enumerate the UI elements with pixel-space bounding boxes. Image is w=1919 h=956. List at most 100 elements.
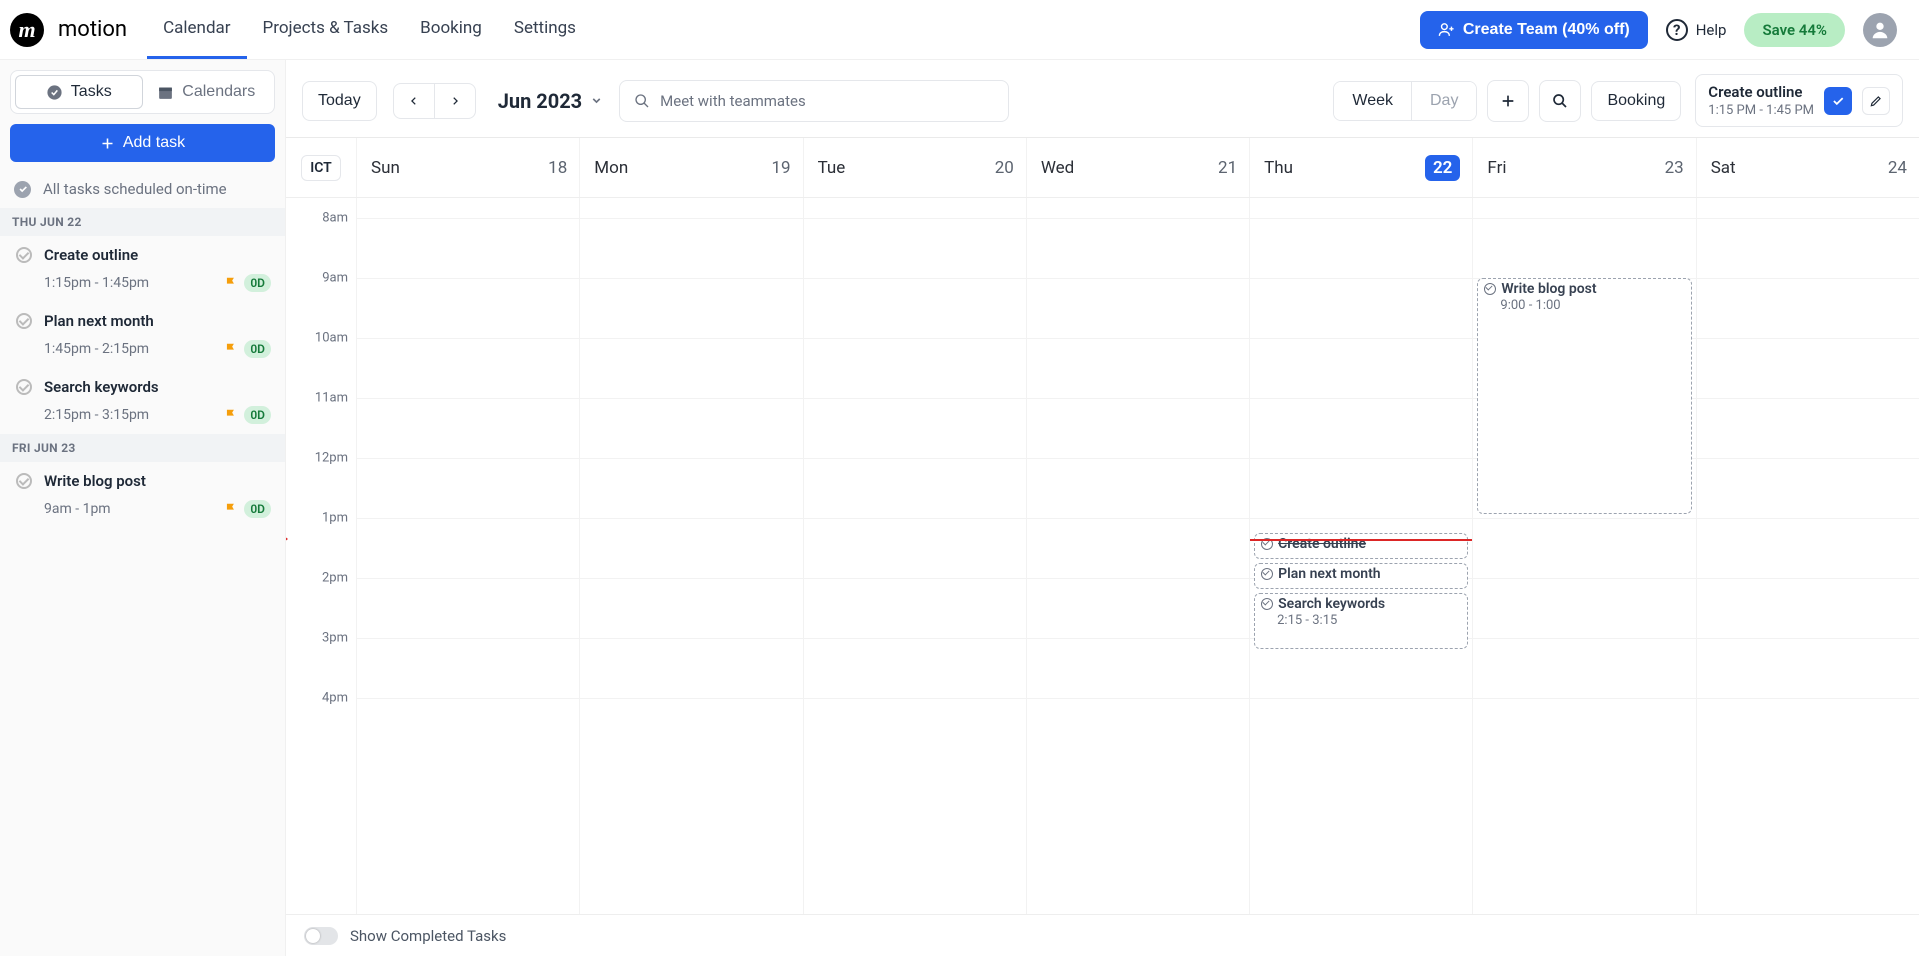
nav-settings[interactable]: Settings bbox=[498, 0, 592, 59]
check-badge-icon bbox=[46, 84, 63, 101]
today-button[interactable]: Today bbox=[302, 81, 377, 121]
task-time: 1:45pm - 2:15pm bbox=[44, 341, 224, 357]
task-check-icon[interactable] bbox=[16, 247, 32, 263]
dow-label: Fri bbox=[1487, 158, 1506, 178]
nav-calendar[interactable]: Calendar bbox=[147, 0, 246, 59]
hour-label: 10am bbox=[315, 331, 348, 346]
booking-button[interactable]: Booking bbox=[1591, 81, 1681, 121]
popover-confirm-button[interactable] bbox=[1824, 87, 1852, 115]
calendar-icon bbox=[157, 84, 174, 101]
toolbar: Today Jun 2023 Meet with teammates Week bbox=[286, 60, 1919, 137]
month-label: Jun 2023 bbox=[498, 89, 582, 113]
event-check-icon bbox=[1484, 283, 1496, 295]
avatar[interactable] bbox=[1863, 13, 1897, 47]
segment-calendars[interactable]: Calendars bbox=[143, 75, 271, 109]
toolbar-right: Week Day Booking Create outline 1:15 PM … bbox=[1333, 74, 1903, 127]
sidebar-task-item[interactable]: Search keywords 2:15pm - 3:15pm 0D bbox=[10, 368, 275, 434]
view-week[interactable]: Week bbox=[1334, 82, 1412, 120]
task-check-icon[interactable] bbox=[16, 313, 32, 329]
hour-label: 1pm bbox=[322, 511, 348, 526]
prev-month-button[interactable] bbox=[393, 83, 435, 119]
hour-label: 8am bbox=[322, 211, 348, 226]
nav-booking[interactable]: Booking bbox=[404, 0, 498, 59]
dow-label: Tue bbox=[818, 158, 846, 178]
calendar-event[interactable]: Plan next month bbox=[1254, 563, 1468, 589]
day-column[interactable] bbox=[1026, 198, 1249, 914]
create-team-label: Create Team (40% off) bbox=[1463, 21, 1630, 39]
hour-label: 11am bbox=[315, 391, 348, 406]
popover-time: 1:15 PM - 1:45 PM bbox=[1708, 103, 1814, 118]
day-columns: Create outline Plan next month Search keyw… bbox=[356, 198, 1919, 914]
sidebar-task-item[interactable]: Write blog post 9am - 1pm 0D bbox=[10, 462, 275, 528]
dow-label: Mon bbox=[594, 158, 628, 178]
search-icon bbox=[634, 93, 650, 109]
search-button[interactable] bbox=[1539, 80, 1581, 122]
task-check-icon[interactable] bbox=[16, 379, 32, 395]
due-badge: 0D bbox=[244, 274, 271, 292]
task-time: 1:15pm - 1:45pm bbox=[44, 275, 224, 291]
sidebar-task-item[interactable]: Create outline 1:15pm - 1:45pm 0D bbox=[10, 236, 275, 302]
day-header[interactable]: Fri 23 bbox=[1472, 138, 1695, 197]
popover-edit-button[interactable] bbox=[1862, 87, 1890, 115]
dow-label: Wed bbox=[1041, 158, 1074, 178]
sidebar-day-header: THU JUN 22 bbox=[0, 208, 285, 236]
main: Tasks Calendars Add task All tasks sched… bbox=[0, 60, 1919, 956]
calendar-event[interactable]: Create outline bbox=[1254, 533, 1468, 559]
add-task-label: Add task bbox=[123, 134, 185, 152]
timezone-label[interactable]: ICT bbox=[301, 155, 341, 181]
calendar-event[interactable]: Write blog post9:00 - 1:00 bbox=[1477, 278, 1691, 514]
hour-label: 9am bbox=[322, 271, 348, 286]
next-month-button[interactable] bbox=[435, 83, 476, 119]
flag-icon bbox=[224, 342, 238, 356]
nav-projects[interactable]: Projects & Tasks bbox=[247, 0, 405, 59]
month-nav bbox=[393, 83, 476, 119]
daynum-label: 24 bbox=[1888, 158, 1907, 178]
calendar-body[interactable]: 8am9am10am11am12pm1pm2pm3pm4pm Create ou… bbox=[286, 198, 1919, 914]
view-day[interactable]: Day bbox=[1412, 82, 1476, 120]
event-title: Write blog post bbox=[1501, 281, 1596, 297]
sidebar-task-item[interactable]: Plan next month 1:45pm - 2:15pm 0D bbox=[10, 302, 275, 368]
day-header[interactable]: Wed 21 bbox=[1026, 138, 1249, 197]
help-button[interactable]: ? Help bbox=[1666, 19, 1727, 41]
add-task-button[interactable]: Add task bbox=[10, 124, 275, 162]
hour-label: 2pm bbox=[322, 571, 348, 586]
event-title: Search keywords bbox=[1278, 596, 1385, 612]
day-column[interactable] bbox=[579, 198, 802, 914]
day-header[interactable]: Sat 24 bbox=[1696, 138, 1919, 197]
top-nav: m motion Calendar Projects & Tasks Booki… bbox=[0, 0, 1919, 60]
search-input[interactable]: Meet with teammates bbox=[619, 80, 1009, 122]
create-team-button[interactable]: Create Team (40% off) bbox=[1420, 11, 1648, 49]
add-event-button[interactable] bbox=[1487, 80, 1529, 122]
task-title: Plan next month bbox=[44, 312, 154, 330]
plus-icon bbox=[100, 136, 115, 151]
day-header[interactable]: Tue 20 bbox=[803, 138, 1026, 197]
task-check-icon[interactable] bbox=[16, 473, 32, 489]
day-column[interactable]: Write blog post9:00 - 1:00 bbox=[1472, 198, 1695, 914]
topnav-right: Create Team (40% off) ? Help Save 44% bbox=[1420, 11, 1897, 49]
due-badge: 0D bbox=[244, 500, 271, 518]
segment-tasks[interactable]: Tasks bbox=[15, 75, 143, 109]
day-column[interactable] bbox=[356, 198, 579, 914]
due-badge: 0D bbox=[244, 406, 271, 424]
sidebar-segments: Tasks Calendars bbox=[10, 70, 275, 114]
day-header[interactable]: Sun 18 bbox=[356, 138, 579, 197]
week-header: ICT Sun 18Mon 19Tue 20Wed 21Thu 22Fri 23… bbox=[286, 138, 1919, 198]
show-completed-toggle[interactable] bbox=[304, 927, 338, 945]
month-picker[interactable]: Jun 2023 bbox=[498, 89, 603, 113]
due-badge: 0D bbox=[244, 340, 271, 358]
brand-name: motion bbox=[58, 17, 127, 42]
daynum-label: 18 bbox=[548, 158, 567, 178]
day-column[interactable]: Create outline Plan next month Search keyw… bbox=[1249, 198, 1472, 914]
dow-label: Sat bbox=[1711, 158, 1736, 178]
day-header[interactable]: Mon 19 bbox=[579, 138, 802, 197]
footer: Show Completed Tasks bbox=[286, 914, 1919, 956]
save-pill[interactable]: Save 44% bbox=[1744, 13, 1845, 47]
day-column[interactable] bbox=[803, 198, 1026, 914]
calendar-event[interactable]: Search keywords2:15 - 3:15 bbox=[1254, 593, 1468, 649]
day-column[interactable] bbox=[1696, 198, 1919, 914]
popover-title: Create outline bbox=[1708, 83, 1814, 101]
day-header[interactable]: Thu 22 bbox=[1249, 138, 1472, 197]
daynum-label: 22 bbox=[1425, 155, 1460, 181]
task-title: Search keywords bbox=[44, 378, 159, 396]
chevron-down-icon bbox=[590, 94, 603, 107]
